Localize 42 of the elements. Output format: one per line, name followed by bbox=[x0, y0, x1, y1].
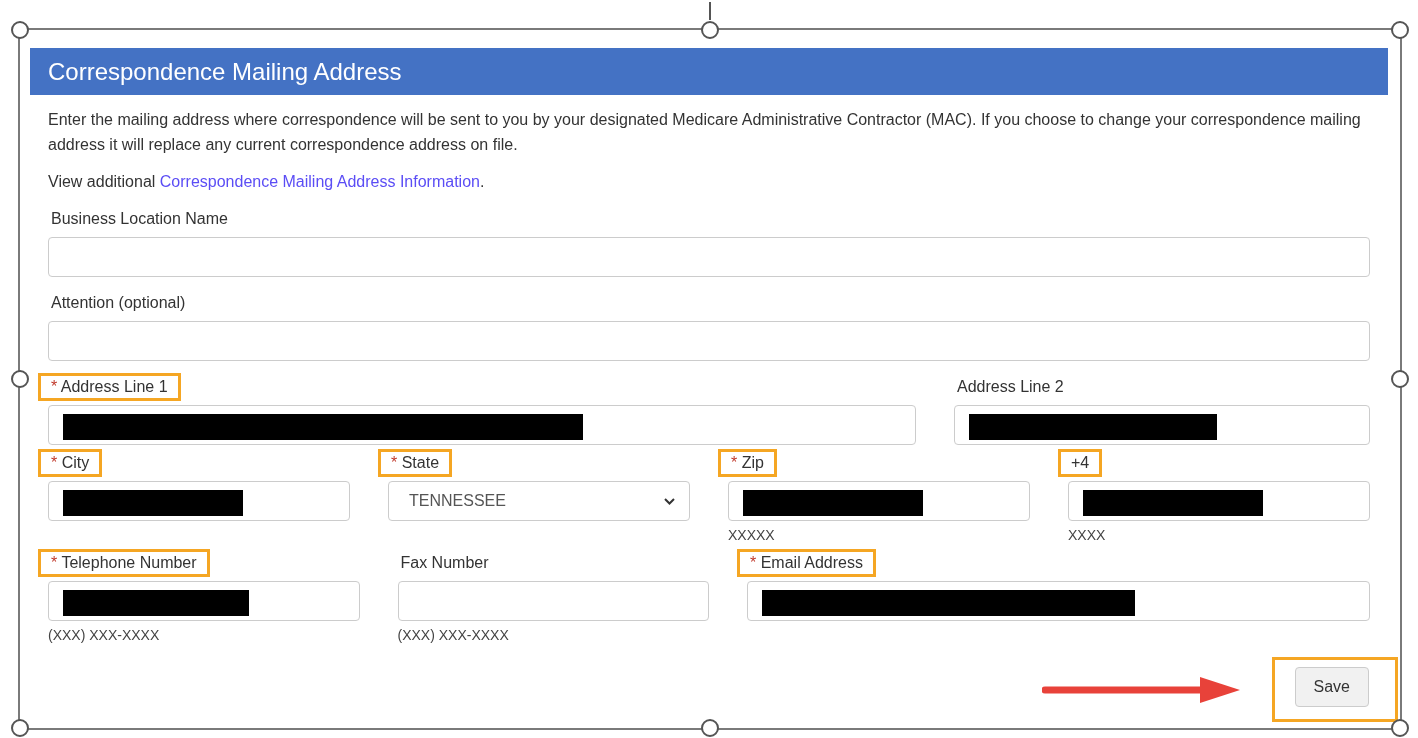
format-hint: (XXX) XXX-XXXX bbox=[48, 627, 161, 645]
field-label: * State bbox=[378, 449, 453, 477]
input-field[interactable] bbox=[48, 237, 1370, 277]
resize-handle[interactable] bbox=[1391, 719, 1409, 737]
resize-handle[interactable] bbox=[1391, 370, 1409, 388]
format-hint: XXXX bbox=[1068, 527, 1107, 545]
field-label: * Zip bbox=[718, 449, 777, 477]
info-text: . bbox=[479, 173, 485, 190]
resize-handle[interactable] bbox=[11, 370, 29, 388]
format-hint: (XXX) XXX-XXXX bbox=[397, 627, 510, 645]
intro-text: Enter the mailing address where correspondence will be sent to you by your designated Medicare Administrative Contractor (MAC). If you choose to change your correspondence mailing address it will replace any current correspondence address on file. bbox=[48, 110, 1362, 155]
input-field[interactable] bbox=[747, 581, 1370, 621]
state-dropdown[interactable]: TENNESSEE bbox=[388, 481, 690, 521]
field-label: +4 bbox=[1058, 449, 1103, 477]
field-label: * Email Address bbox=[737, 549, 876, 577]
info-link[interactable]: Correspondence Mailing Address Information bbox=[159, 173, 480, 190]
rotation-handle[interactable] bbox=[709, 2, 711, 20]
input-field[interactable] bbox=[48, 481, 350, 521]
info-text: View additional bbox=[48, 173, 157, 190]
field-label: Attention (optional) bbox=[50, 293, 187, 313]
resize-handle[interactable] bbox=[701, 719, 719, 737]
field-label: Address Line 2 bbox=[956, 377, 1065, 397]
input-field[interactable] bbox=[397, 581, 709, 621]
field-label: Business Location Name bbox=[50, 209, 229, 229]
input-field[interactable] bbox=[1068, 481, 1370, 521]
input-field[interactable] bbox=[728, 481, 1030, 521]
field-label: * Address Line 1 bbox=[38, 373, 181, 401]
input-field[interactable] bbox=[48, 581, 360, 621]
input-field[interactable] bbox=[954, 405, 1370, 445]
resize-handle[interactable] bbox=[1391, 21, 1409, 39]
input-field[interactable] bbox=[48, 405, 916, 445]
input-field[interactable] bbox=[48, 321, 1370, 361]
section-title: Correspondence Mailing Address bbox=[48, 57, 402, 86]
resize-handle[interactable] bbox=[11, 719, 29, 737]
chevron-icon bbox=[664, 497, 675, 505]
resize-handle[interactable] bbox=[701, 21, 719, 39]
format-hint: XXXXX bbox=[728, 527, 776, 545]
field-label: * Telephone Number bbox=[38, 549, 210, 577]
save-button[interactable]: Save bbox=[1294, 667, 1369, 707]
resize-handle[interactable] bbox=[11, 21, 29, 39]
field-label: Fax Number bbox=[399, 553, 490, 573]
field-label: * City bbox=[38, 449, 103, 477]
